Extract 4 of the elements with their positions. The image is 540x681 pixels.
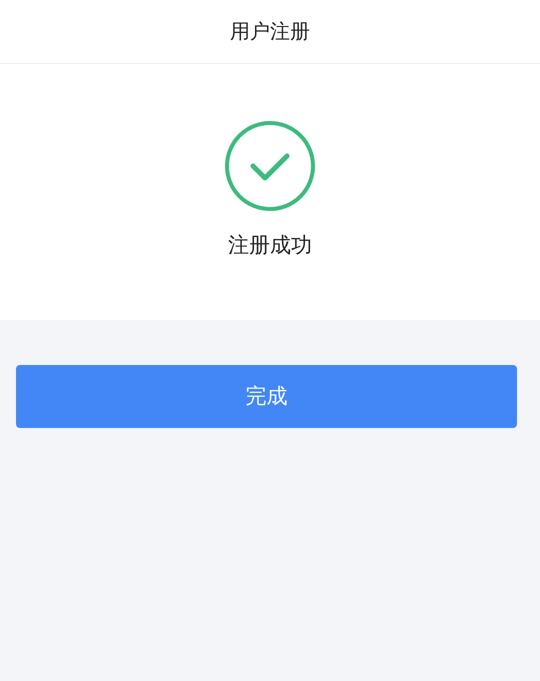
done-button[interactable]: 完成 <box>16 365 517 428</box>
check-circle-icon <box>224 120 316 212</box>
result-message: 注册成功 <box>228 233 312 259</box>
page-title: 用户注册 <box>230 20 310 44</box>
